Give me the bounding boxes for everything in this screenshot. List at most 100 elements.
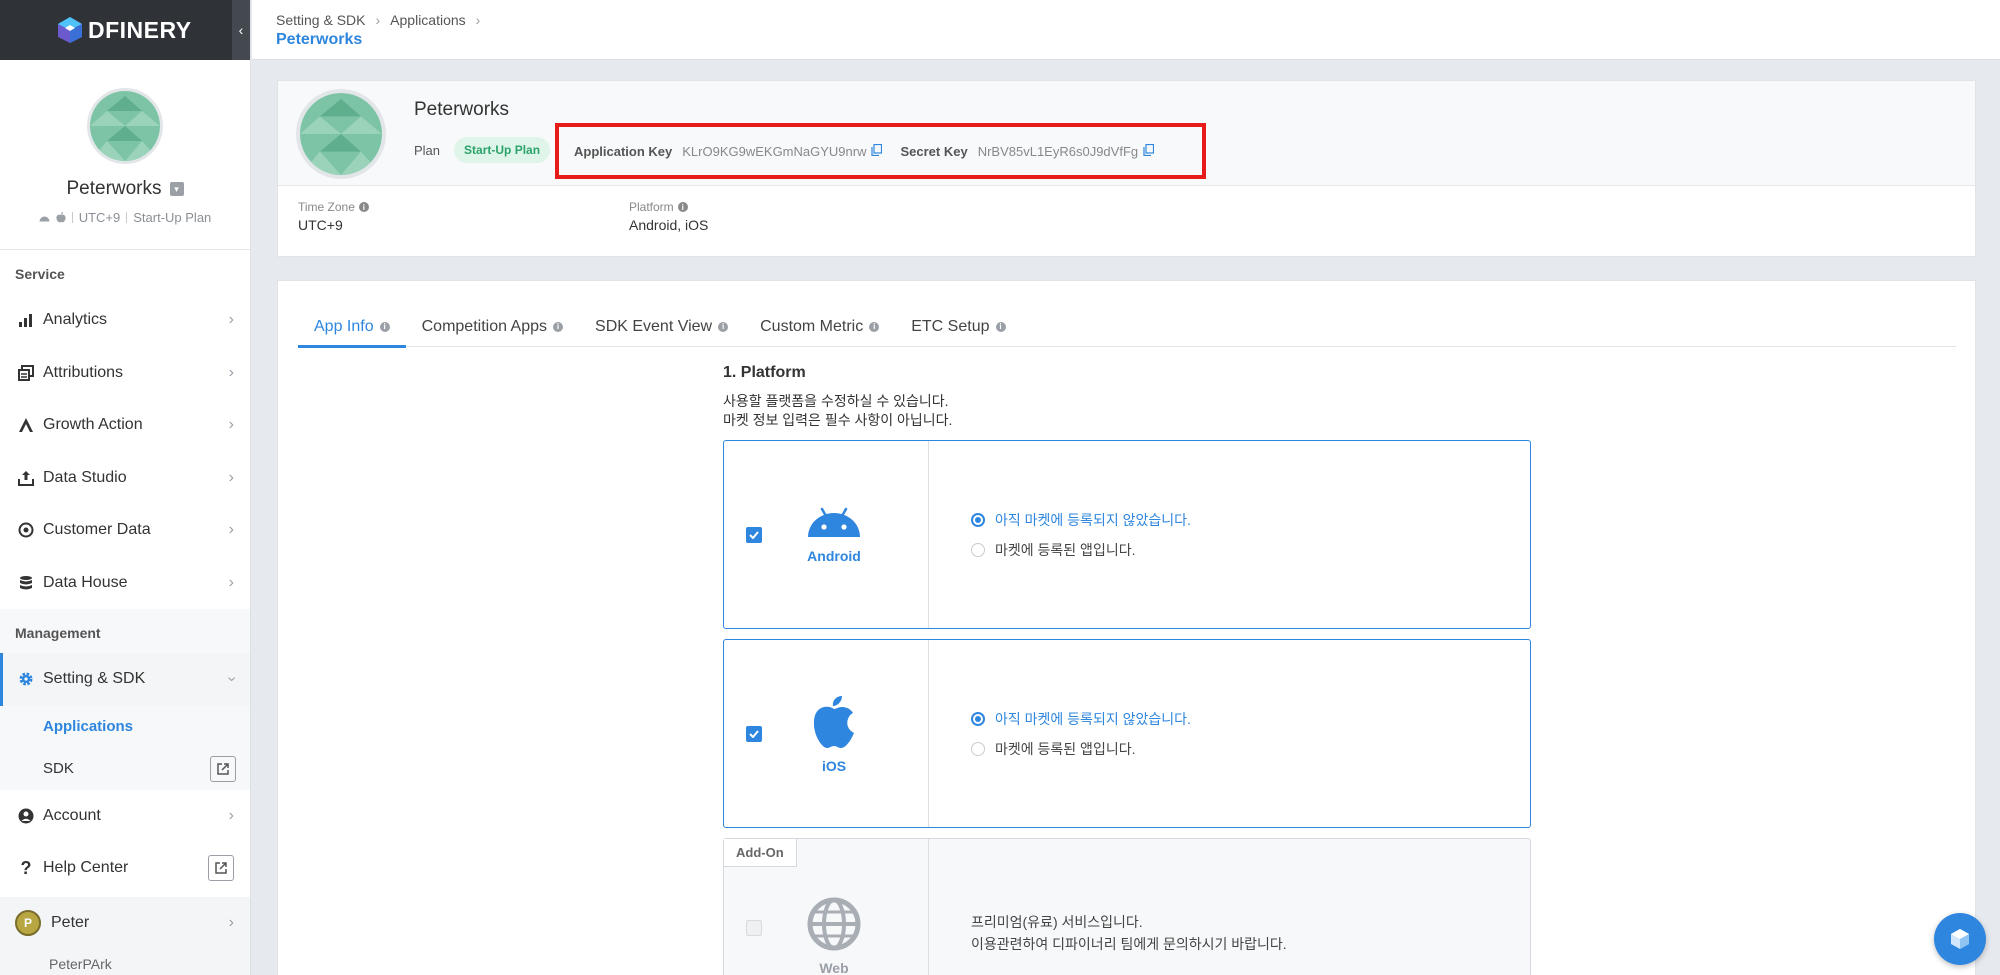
app-name: Peterworks — [414, 99, 510, 120]
globe-icon — [807, 897, 861, 951]
sidebar-item-label: Analytics — [43, 311, 108, 329]
android-small-icon — [39, 216, 50, 221]
sidebar-item-setting-sdk[interactable]: Setting & SDK › — [0, 653, 250, 706]
chevron-down-icon: › — [223, 676, 241, 682]
sidebar-subitem-applications[interactable]: Applications — [0, 705, 250, 748]
tab-label: SDK Event View — [595, 317, 713, 335]
external-link-icon[interactable] — [210, 755, 236, 782]
sidebar-item-label: Account — [43, 806, 101, 824]
chevron-right-icon: › — [375, 12, 381, 28]
org-avatar — [87, 88, 163, 164]
radio-button[interactable] — [971, 542, 985, 557]
sidebar-item-analytics[interactable]: Analytics › — [0, 294, 250, 347]
radio-button[interactable] — [971, 512, 985, 527]
plan-row: Plan Start-Up Plan — [414, 137, 551, 163]
sidebar-item-help-center[interactable]: ? Help Center — [0, 842, 250, 895]
sidebar-item-label: Attributions — [43, 363, 124, 381]
upload-icon — [17, 469, 35, 487]
breadcrumb-item[interactable]: Applications — [390, 12, 466, 28]
sidebar-item-data-house[interactable]: Data House › — [0, 557, 250, 610]
sidebar-item-account[interactable]: Account › — [0, 790, 250, 843]
org-name-row[interactable]: Peterworks ▾ — [0, 178, 250, 200]
platform-info: Platform i Android, iOS — [629, 200, 708, 233]
info-icon[interactable]: i — [718, 321, 729, 332]
platform-section: 1. Platform 사용할 플랫폼을 수정하실 수 있습니다. 마켓 정보 … — [723, 364, 1533, 975]
collapse-sidebar-button[interactable]: ‹ — [232, 0, 250, 60]
android-market-options: 아직 마켓에 등록되지 않았습니다. 마켓에 등록된 앱입니다. — [929, 441, 1530, 628]
sidebar-subitem-label: Applications — [43, 718, 134, 735]
gear-icon — [17, 670, 35, 688]
org-timezone: UTC+9 — [78, 210, 121, 225]
external-link-icon[interactable] — [208, 855, 234, 882]
secret-key-label: Secret Key — [900, 143, 968, 159]
tab-competition-apps[interactable]: Competition Apps i — [406, 306, 579, 347]
platform-value: Android, iOS — [629, 217, 709, 233]
sidebar-item-attributions[interactable]: Attributions › — [0, 347, 250, 400]
sidebar-subitem-label: SDK — [43, 760, 74, 777]
chevron-right-icon: › — [228, 573, 234, 591]
ios-not-registered-option[interactable]: 아직 마켓에 등록되지 않았습니다. — [971, 709, 1530, 729]
android-registered-option[interactable]: 마켓에 등록된 앱입니다. — [971, 540, 1530, 560]
sidebar-item-label: Data Studio — [43, 468, 127, 486]
sidebar-item-label: Setting & SDK — [43, 670, 146, 688]
copy-icon[interactable] — [871, 143, 883, 159]
brand-name: DFINERY — [88, 16, 192, 43]
brand-logo[interactable]: DFINERY — [56, 16, 192, 44]
ios-platform-card: iOS 아직 마켓에 등록되지 않았습니다. 마켓에 등록된 앱입니다. — [723, 639, 1531, 828]
sidebar-item-label: Growth Action — [43, 416, 143, 434]
android-platform: Android — [804, 505, 864, 564]
sidebar-item-label: Data House — [43, 573, 128, 591]
ios-registered-option[interactable]: 마켓에 등록된 앱입니다. — [971, 739, 1530, 759]
info-icon[interactable]: i — [677, 202, 688, 212]
option-label: 마켓에 등록된 앱입니다. — [995, 541, 1136, 558]
tab-sdk-event-view[interactable]: SDK Event View i — [579, 306, 744, 347]
ios-checkbox[interactable] — [746, 725, 762, 742]
info-icon[interactable]: i — [379, 321, 390, 332]
chevron-right-icon: › — [228, 416, 234, 434]
tab-app-info[interactable]: App Info i — [298, 306, 406, 348]
service-section-title: Service — [15, 266, 65, 282]
timezone-label-row: Time Zone i — [298, 200, 369, 214]
user-menu[interactable]: P Peter › — [0, 896, 250, 949]
dfinery-cube-icon — [58, 17, 82, 43]
user-circle-icon — [17, 807, 35, 825]
radio-button[interactable] — [971, 741, 985, 756]
timezone-info: Time Zone i UTC+9 — [298, 200, 369, 233]
android-not-registered-option[interactable]: 아직 마켓에 등록되지 않았습니다. — [971, 510, 1530, 530]
chevron-right-icon: › — [475, 12, 481, 28]
web-platform-toggle: Web — [724, 839, 929, 975]
app-settings-panel: App Info i Competition Apps i SDK Event … — [277, 280, 1976, 975]
sidebar-item-growth-action[interactable]: Growth Action › — [0, 399, 250, 452]
settings-tabs: App Info i Competition Apps i SDK Event … — [298, 306, 1956, 348]
breadcrumb: Setting & SDK › Applications › — [276, 12, 480, 28]
radio-button[interactable] — [971, 711, 985, 726]
dropdown-icon[interactable]: ▾ — [169, 182, 184, 196]
section-title: 1. Platform — [723, 364, 806, 381]
timezone-value: UTC+9 — [298, 217, 343, 233]
option-label: 마켓에 등록된 앱입니다. — [995, 740, 1136, 757]
target-icon — [17, 521, 35, 539]
sidebar-subitem-sdk[interactable]: SDK — [0, 747, 250, 790]
android-checkbox[interactable] — [746, 526, 762, 543]
tab-custom-metric[interactable]: Custom Metric i — [744, 306, 895, 347]
tab-label: App Info — [314, 317, 374, 335]
floating-help-button[interactable] — [1934, 913, 1986, 965]
chevron-right-icon: › — [228, 311, 234, 329]
chevron-right-icon: › — [228, 913, 234, 931]
info-icon[interactable]: i — [553, 321, 564, 332]
tab-label: Custom Metric — [760, 317, 864, 335]
tab-etc-setup[interactable]: ETC Setup i — [895, 306, 1021, 347]
app-keys-highlight: Application Key KLrO9KG9wEKGmNaGYU9nrw S… — [555, 123, 1206, 179]
top-header: Setting & SDK › Applications › Peterwork… — [252, 0, 2000, 60]
app-summary-card: Peterworks Plan Start-Up Plan Applicatio… — [277, 80, 1976, 257]
management-section-title: Management — [0, 609, 250, 653]
tab-label: ETC Setup — [911, 317, 990, 335]
info-icon[interactable]: i — [869, 321, 880, 332]
layers-icon — [17, 364, 35, 382]
info-icon[interactable]: i — [358, 202, 369, 212]
breadcrumb-item[interactable]: Setting & SDK — [276, 12, 366, 28]
sidebar-item-customer-data[interactable]: Customer Data › — [0, 504, 250, 557]
info-icon[interactable]: i — [995, 321, 1006, 332]
sidebar-item-data-studio[interactable]: Data Studio › — [0, 452, 250, 505]
copy-icon[interactable] — [1143, 143, 1155, 159]
